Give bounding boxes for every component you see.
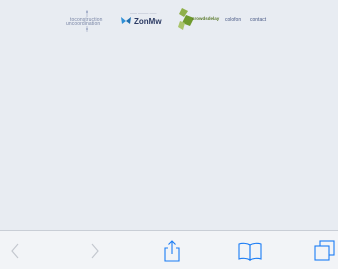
zonmw-butterfly-icon [121, 17, 131, 24]
partner-logos-row: toconstruction uncoordination —— ——— —— … [0, 6, 338, 34]
zonmw-name: ZonMw [134, 17, 162, 26]
share-icon [164, 240, 180, 262]
tabs-icon [314, 240, 335, 261]
safari-bottom-toolbar [0, 230, 338, 269]
contact-link[interactable]: contact [250, 17, 266, 23]
forward-button[interactable] [84, 240, 108, 262]
chevron-left-icon [11, 243, 19, 259]
back-button[interactable] [6, 240, 30, 262]
imagination-logo-line2: uncoordination [66, 21, 101, 27]
colofon-link[interactable]: colofon [225, 17, 241, 23]
imagination-logo[interactable]: toconstruction uncoordination [66, 10, 110, 32]
zonmw-tagline: —— ——— —— [130, 11, 157, 15]
web-page-content: toconstruction uncoordination —— ——— —— … [0, 0, 338, 230]
zonmw-logo[interactable]: —— ——— —— ZonMw [120, 11, 166, 29]
tabs-button[interactable] [312, 240, 336, 262]
share-button[interactable] [160, 240, 184, 262]
green-logo-brand: crowdsdelay [192, 16, 220, 21]
bookmarks-button[interactable] [237, 240, 262, 262]
green-partner-logo[interactable]: crowdsdelay [176, 6, 222, 32]
book-icon [238, 242, 262, 262]
chevron-right-icon [91, 243, 99, 259]
